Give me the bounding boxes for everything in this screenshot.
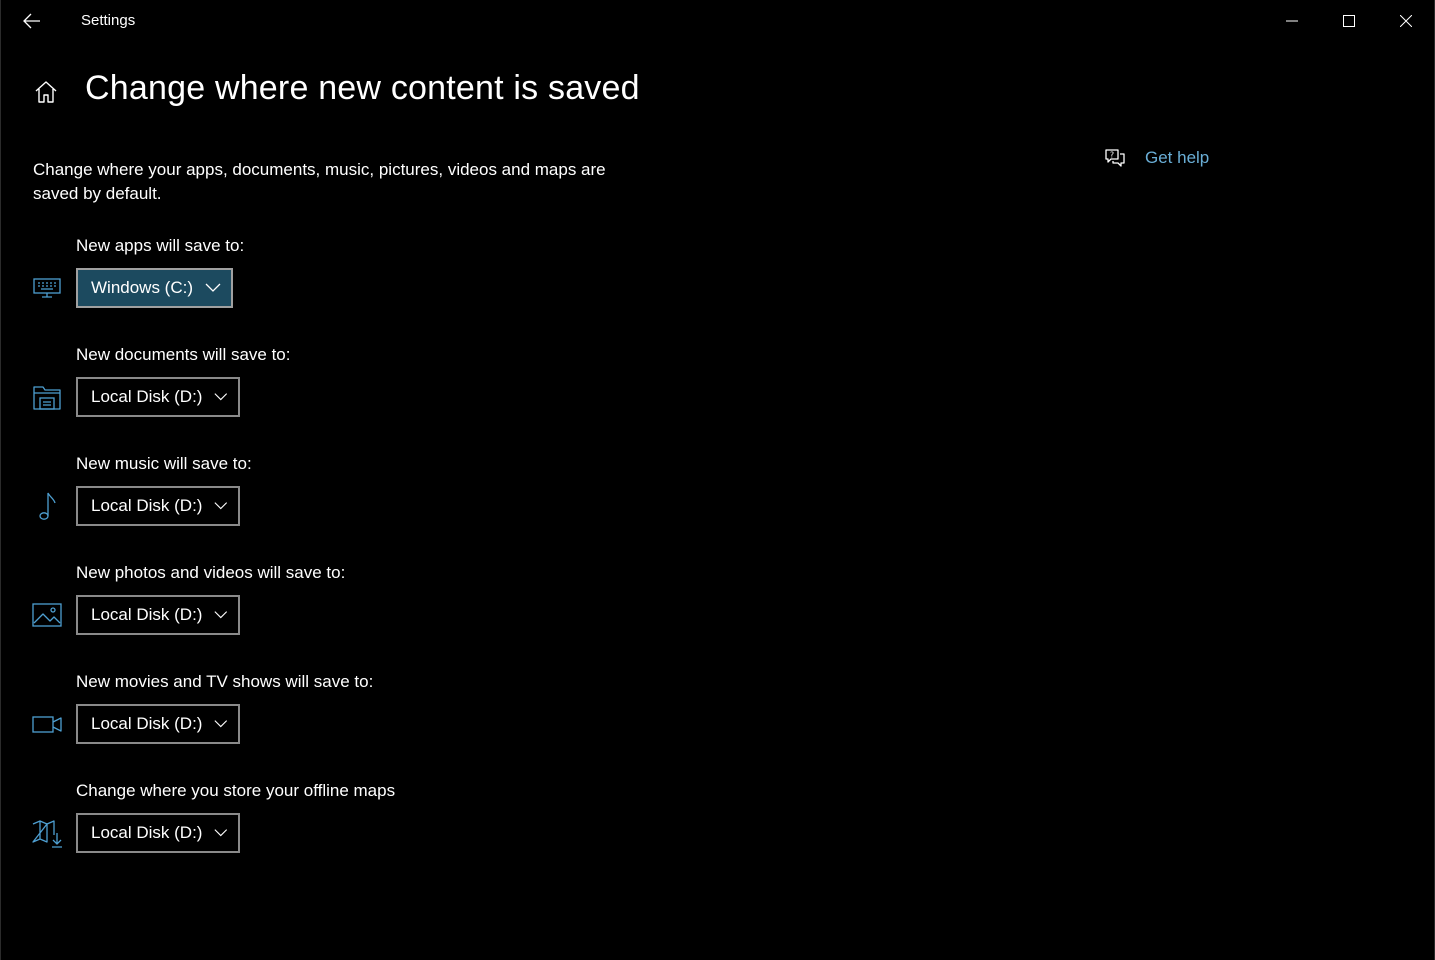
photos-save-value: Local Disk (D:) bbox=[91, 605, 203, 624]
music-save-label: New music will save to: bbox=[76, 454, 252, 473]
photos-save-dropdown[interactable]: Local Disk (D:) bbox=[76, 595, 240, 635]
get-help-label: Get help bbox=[1145, 148, 1210, 167]
close-icon bbox=[1400, 15, 1412, 27]
minimize-button[interactable] bbox=[1269, 0, 1315, 42]
page-title: Change where new content is saved bbox=[85, 69, 640, 107]
picture-icon bbox=[31, 599, 63, 631]
apps-save-label: New apps will save to: bbox=[76, 236, 245, 255]
app-title: Settings bbox=[81, 12, 136, 29]
video-camera-icon bbox=[31, 708, 63, 740]
map-download-icon bbox=[31, 817, 63, 849]
chevron-down-icon bbox=[214, 393, 228, 401]
chat-help-icon: ? bbox=[1105, 149, 1125, 167]
music-save-value: Local Disk (D:) bbox=[91, 496, 203, 515]
page-description: Change where your apps, documents, music… bbox=[33, 160, 606, 203]
movies-save-dropdown[interactable]: Local Disk (D:) bbox=[76, 704, 240, 744]
back-arrow-icon bbox=[23, 13, 40, 29]
maps-save-value: Local Disk (D:) bbox=[91, 823, 203, 842]
documents-save-label: New documents will save to: bbox=[76, 345, 291, 364]
maps-save-label: Change where you store your offline maps bbox=[76, 781, 396, 800]
chevron-down-icon bbox=[205, 283, 221, 292]
chevron-down-icon bbox=[214, 502, 228, 510]
documents-save-dropdown[interactable]: Local Disk (D:) bbox=[76, 377, 240, 417]
music-note-icon bbox=[31, 490, 63, 522]
minimize-icon bbox=[1286, 20, 1298, 22]
svg-text:?: ? bbox=[1110, 151, 1114, 160]
chevron-down-icon bbox=[214, 611, 228, 619]
maximize-button[interactable] bbox=[1326, 0, 1372, 42]
settings-window: Settings Change where new content is sav… bbox=[0, 0, 1435, 960]
documents-folder-icon bbox=[31, 381, 63, 413]
home-button[interactable] bbox=[32, 78, 60, 106]
movies-save-value: Local Disk (D:) bbox=[91, 714, 203, 733]
apps-save-value: Windows (C:) bbox=[91, 278, 194, 297]
documents-save-value: Local Disk (D:) bbox=[91, 387, 203, 406]
get-help-link[interactable]: ? Get help bbox=[1103, 146, 1209, 170]
home-icon bbox=[35, 81, 57, 103]
music-save-dropdown[interactable]: Local Disk (D:) bbox=[76, 486, 240, 526]
back-button[interactable] bbox=[9, 0, 55, 42]
chevron-down-icon bbox=[214, 829, 228, 837]
maps-save-dropdown[interactable]: Local Disk (D:) bbox=[76, 813, 240, 853]
keyboard-icon bbox=[31, 272, 63, 304]
chevron-down-icon bbox=[214, 720, 228, 728]
apps-save-dropdown[interactable]: Windows (C:) bbox=[76, 268, 233, 308]
close-button[interactable] bbox=[1383, 0, 1429, 42]
movies-save-label: New movies and TV shows will save to: bbox=[76, 672, 374, 691]
maximize-icon bbox=[1343, 15, 1355, 27]
photos-save-label: New photos and videos will save to: bbox=[76, 563, 346, 582]
title-bar: Settings bbox=[1, 0, 1434, 42]
